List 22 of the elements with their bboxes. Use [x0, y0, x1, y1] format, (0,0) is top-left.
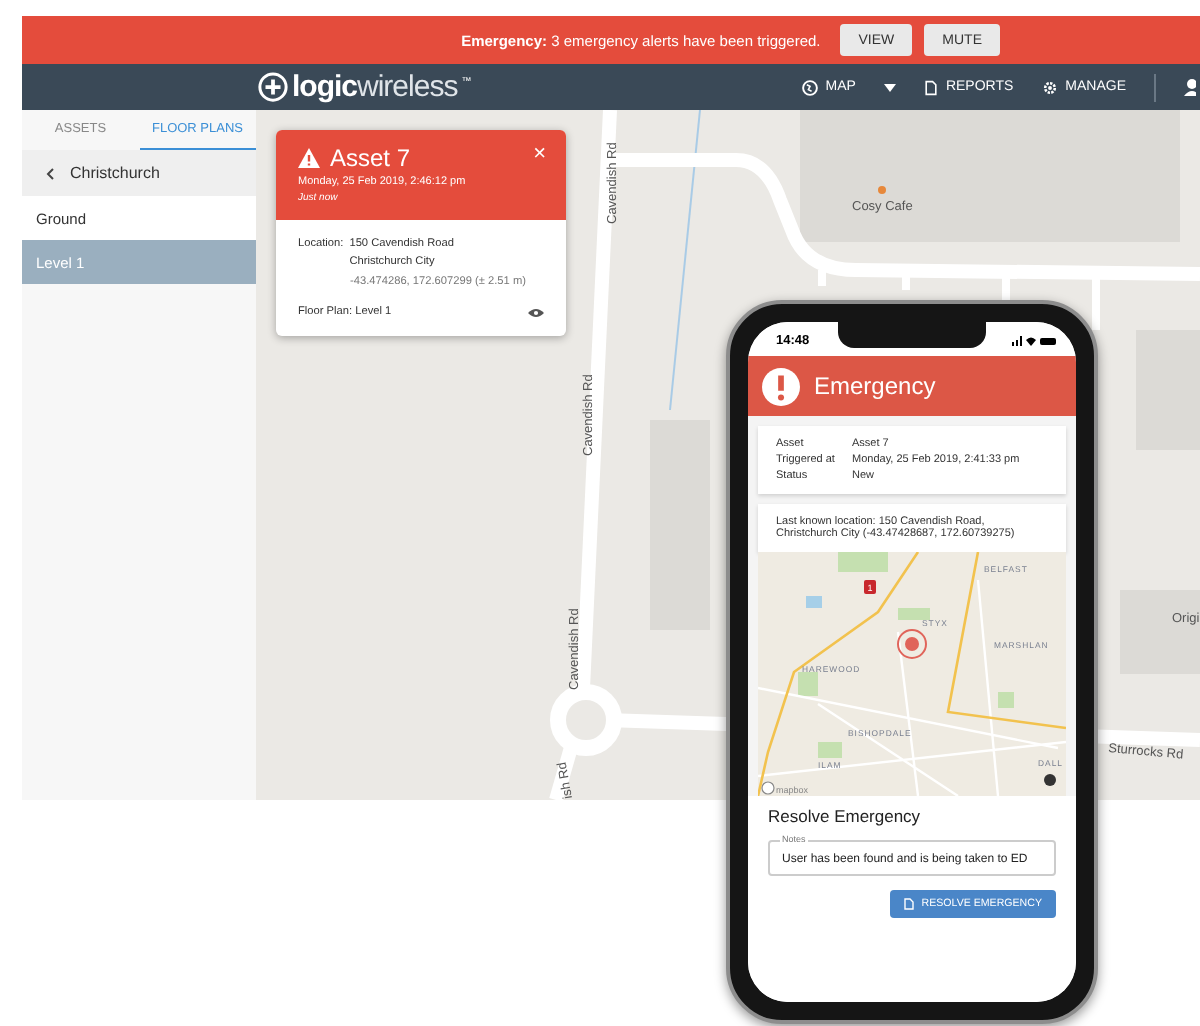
alert-icon [762, 367, 800, 405]
logo-text: logicwireless [292, 70, 458, 104]
cafe-marker-icon [878, 186, 886, 194]
alert-title: Asset 7 [330, 144, 411, 172]
logo-icon [258, 72, 288, 102]
emergency-title: Emergency [814, 372, 936, 400]
section-title: Resolve Emergency [768, 806, 923, 826]
chevron-left-icon [46, 167, 54, 179]
settings-icon [1041, 79, 1058, 95]
document-icon [903, 898, 914, 910]
globe-icon [801, 79, 818, 95]
caret-icon[interactable] [883, 83, 896, 91]
emergency-marker-icon [897, 629, 927, 659]
document-icon [923, 79, 938, 95]
lake-drawing [806, 596, 822, 608]
eye-icon[interactable] [528, 307, 544, 317]
info-icon[interactable] [1044, 774, 1056, 786]
status-icons-drawing [1012, 336, 1056, 346]
back-button[interactable]: Christchurch [22, 150, 256, 196]
close-button[interactable]: × [533, 142, 546, 166]
user-icon[interactable] [1184, 78, 1196, 96]
warning-icon [298, 148, 320, 168]
